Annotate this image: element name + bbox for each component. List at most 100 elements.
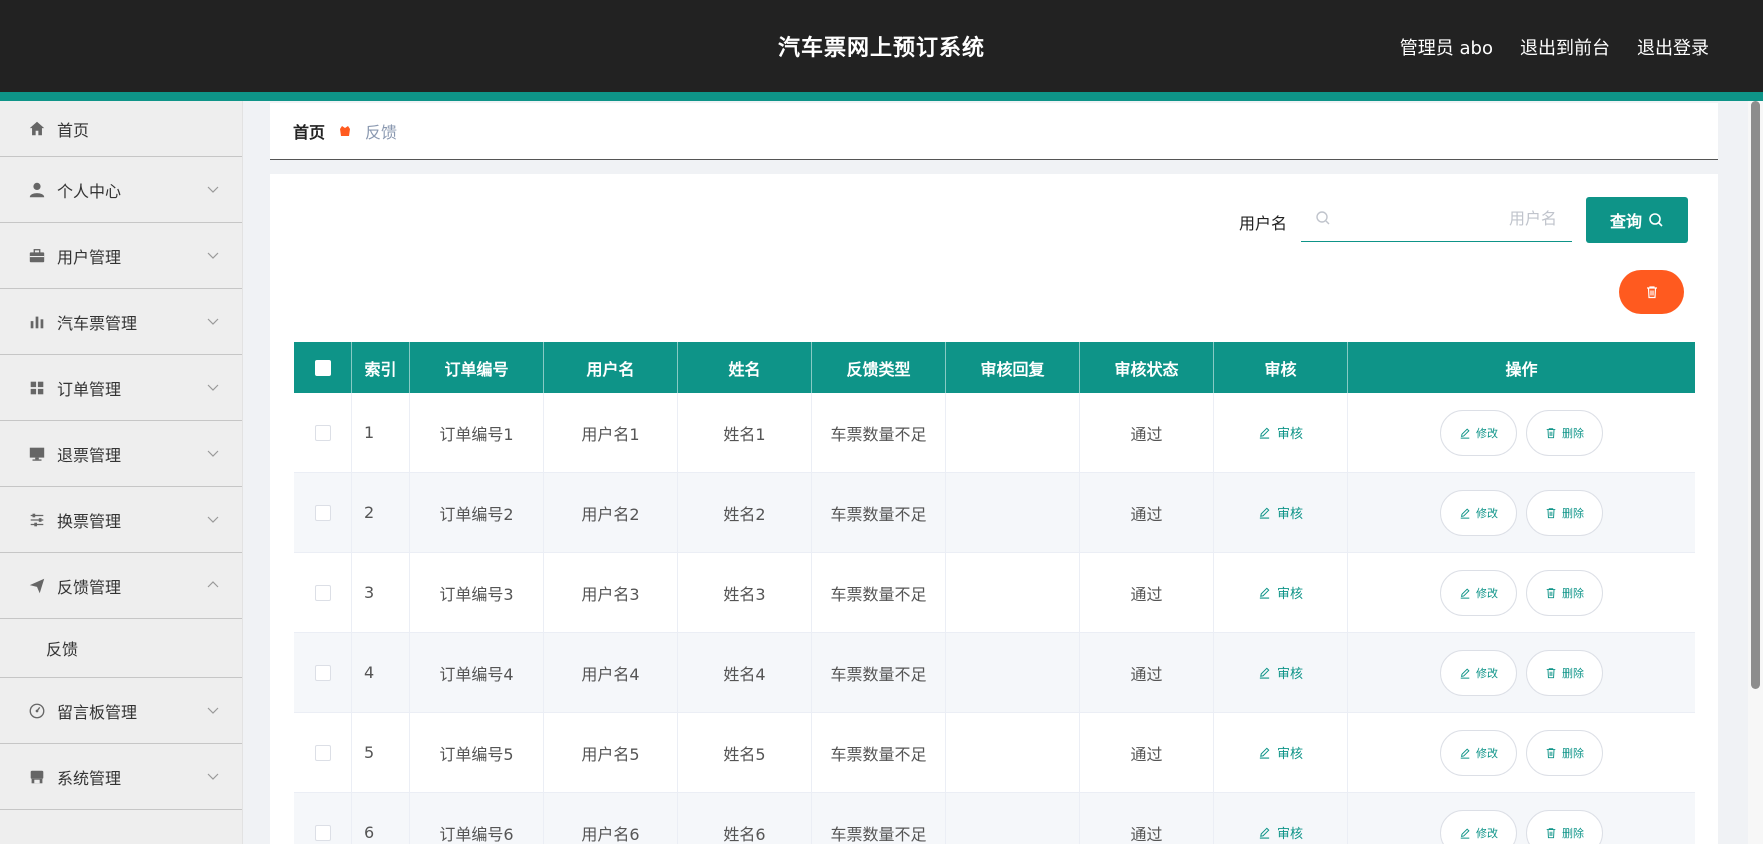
sidebar-item-label: 首页 [57, 120, 90, 140]
audit-button[interactable]: 审核 [1258, 823, 1303, 842]
edit-icon [1259, 827, 1270, 839]
query-button[interactable]: 查询 [1586, 197, 1688, 243]
edit-icon [1460, 587, 1470, 599]
audit-button[interactable]: 审核 [1258, 663, 1303, 682]
sidebar-item-exchange-management[interactable]: 换票管理 [0, 487, 242, 553]
sidebar-item-system-management[interactable]: 系统管理 [0, 744, 242, 810]
cell-index: 3 [352, 553, 410, 632]
cell-username: 用户名2 [544, 473, 678, 552]
sidebar-item-feedback-management[interactable]: 反馈管理 [0, 553, 242, 619]
row-checkbox[interactable] [314, 824, 331, 841]
edit-icon [1460, 427, 1470, 439]
edit-button-label: 修改 [1476, 826, 1498, 840]
edit-button[interactable]: 修改 [1440, 649, 1517, 696]
user-icon [27, 180, 47, 200]
search-icon [1316, 211, 1330, 225]
edit-icon [1460, 827, 1470, 839]
breadcrumb-separator-icon [340, 126, 351, 136]
sidebar-item-refund-management[interactable]: 退票管理 [0, 421, 242, 487]
select-all-checkbox[interactable] [314, 359, 331, 376]
row-checkbox[interactable] [314, 504, 331, 521]
column-header: 用户名 [544, 342, 678, 393]
sidebar-item-message-board-management[interactable]: 留言板管理 [0, 678, 242, 744]
trash-icon [1546, 747, 1556, 758]
sidebar: 首页 个人中心 用户管理 汽车票管理 订单管理 退票管理 换票管理 反馈管理 反… [0, 101, 243, 844]
audit-button[interactable]: 审核 [1258, 583, 1303, 602]
delete-button[interactable]: 删除 [1526, 569, 1603, 616]
audit-button[interactable]: 审核 [1258, 423, 1303, 442]
edit-button[interactable]: 修改 [1440, 809, 1517, 844]
sidebar-item-label: 汽车票管理 [57, 313, 138, 333]
edit-icon [1259, 747, 1270, 759]
cell-audit: 审核 [1214, 793, 1348, 844]
send-icon [27, 576, 47, 596]
chevron-down-icon [207, 773, 219, 780]
column-header: 订单编号 [410, 342, 544, 393]
bar-chart-icon [27, 312, 47, 332]
row-checkbox[interactable] [314, 584, 331, 601]
logout-link[interactable]: 退出登录 [1637, 34, 1709, 60]
scrollbar-thumb[interactable] [1751, 101, 1760, 689]
cell-audit-status: 通过 [1080, 473, 1214, 552]
sidebar-item-home[interactable]: 首页 [0, 101, 242, 157]
username-search-input[interactable] [1341, 202, 1561, 234]
edit-button[interactable]: 修改 [1440, 489, 1517, 536]
delete-button[interactable]: 删除 [1526, 649, 1603, 696]
table-row: 6 订单编号6 用户名6 姓名6 车票数量不足 通过 审核 修改 删除 [294, 793, 1695, 844]
header-accent-bar [0, 92, 1763, 101]
delete-button[interactable]: 删除 [1526, 489, 1603, 536]
cell-name: 姓名5 [678, 713, 812, 792]
row-select-cell [294, 393, 352, 472]
row-select-cell [294, 473, 352, 552]
cell-name: 姓名3 [678, 553, 812, 632]
sidebar-item-label: 留言板管理 [57, 702, 138, 722]
cell-order-no: 订单编号5 [410, 713, 544, 792]
table-row: 4 订单编号4 用户名4 姓名4 车票数量不足 通过 审核 修改 删除 [294, 633, 1695, 713]
edit-button[interactable]: 修改 [1440, 409, 1517, 456]
row-checkbox[interactable] [314, 664, 331, 681]
sidebar-item-label: 系统管理 [57, 768, 122, 788]
column-header: 索引 [352, 342, 410, 393]
cell-feedback-type: 车票数量不足 [812, 393, 946, 472]
sidebar-item-personal-center[interactable]: 个人中心 [0, 157, 242, 223]
sidebar-item-order-management[interactable]: 订单管理 [0, 355, 242, 421]
audit-button[interactable]: 审核 [1258, 503, 1303, 522]
search-icon [1649, 213, 1663, 227]
sidebar-item-user-management[interactable]: 用户管理 [0, 223, 242, 289]
delete-button-label: 删除 [1562, 746, 1584, 760]
edit-icon [1460, 747, 1470, 759]
dashboard-icon [27, 701, 47, 721]
cell-audit: 审核 [1214, 633, 1348, 712]
exit-to-frontend-link[interactable]: 退出到前台 [1520, 34, 1610, 60]
edit-button[interactable]: 修改 [1440, 569, 1517, 616]
breadcrumb-home[interactable]: 首页 [293, 119, 325, 143]
cell-audit-status: 通过 [1080, 553, 1214, 632]
row-checkbox[interactable] [314, 744, 331, 761]
edit-button[interactable]: 修改 [1440, 729, 1517, 776]
cell-audit: 审核 [1214, 713, 1348, 792]
sidebar-subitem-feedback[interactable]: 反馈 [0, 619, 242, 678]
cell-name: 姓名6 [678, 793, 812, 844]
column-header: 审核 [1214, 342, 1348, 393]
delete-button[interactable]: 删除 [1526, 809, 1603, 844]
audit-button[interactable]: 审核 [1258, 743, 1303, 762]
bulk-delete-button[interactable] [1619, 270, 1684, 314]
feedback-table: 索引 订单编号 用户名 姓名 反馈类型 审核回复 审核状态 审核 操作 1 订单编… [294, 342, 1695, 844]
sidebar-item-label: 用户管理 [57, 247, 122, 267]
top-header: 汽车票网上预订系统 管理员 abo 退出到前台 退出登录 [0, 0, 1763, 101]
trash-icon [1546, 667, 1556, 678]
sliders-icon [27, 510, 47, 530]
cell-audit-status: 通过 [1080, 713, 1214, 792]
sidebar-item-label: 换票管理 [57, 511, 122, 531]
sidebar-item-ticket-management[interactable]: 汽车票管理 [0, 289, 242, 355]
delete-button[interactable]: 删除 [1526, 729, 1603, 776]
row-checkbox[interactable] [314, 424, 331, 441]
cell-index: 4 [352, 633, 410, 712]
table-row: 3 订单编号3 用户名3 姓名3 车票数量不足 通过 审核 修改 删除 [294, 553, 1695, 633]
edit-icon [1460, 507, 1470, 519]
search-label: 用户名 [1239, 214, 1288, 233]
admin-user-link[interactable]: 管理员 abo [1400, 34, 1493, 60]
delete-button[interactable]: 删除 [1526, 409, 1603, 456]
row-select-cell [294, 713, 352, 792]
cell-index: 5 [352, 713, 410, 792]
